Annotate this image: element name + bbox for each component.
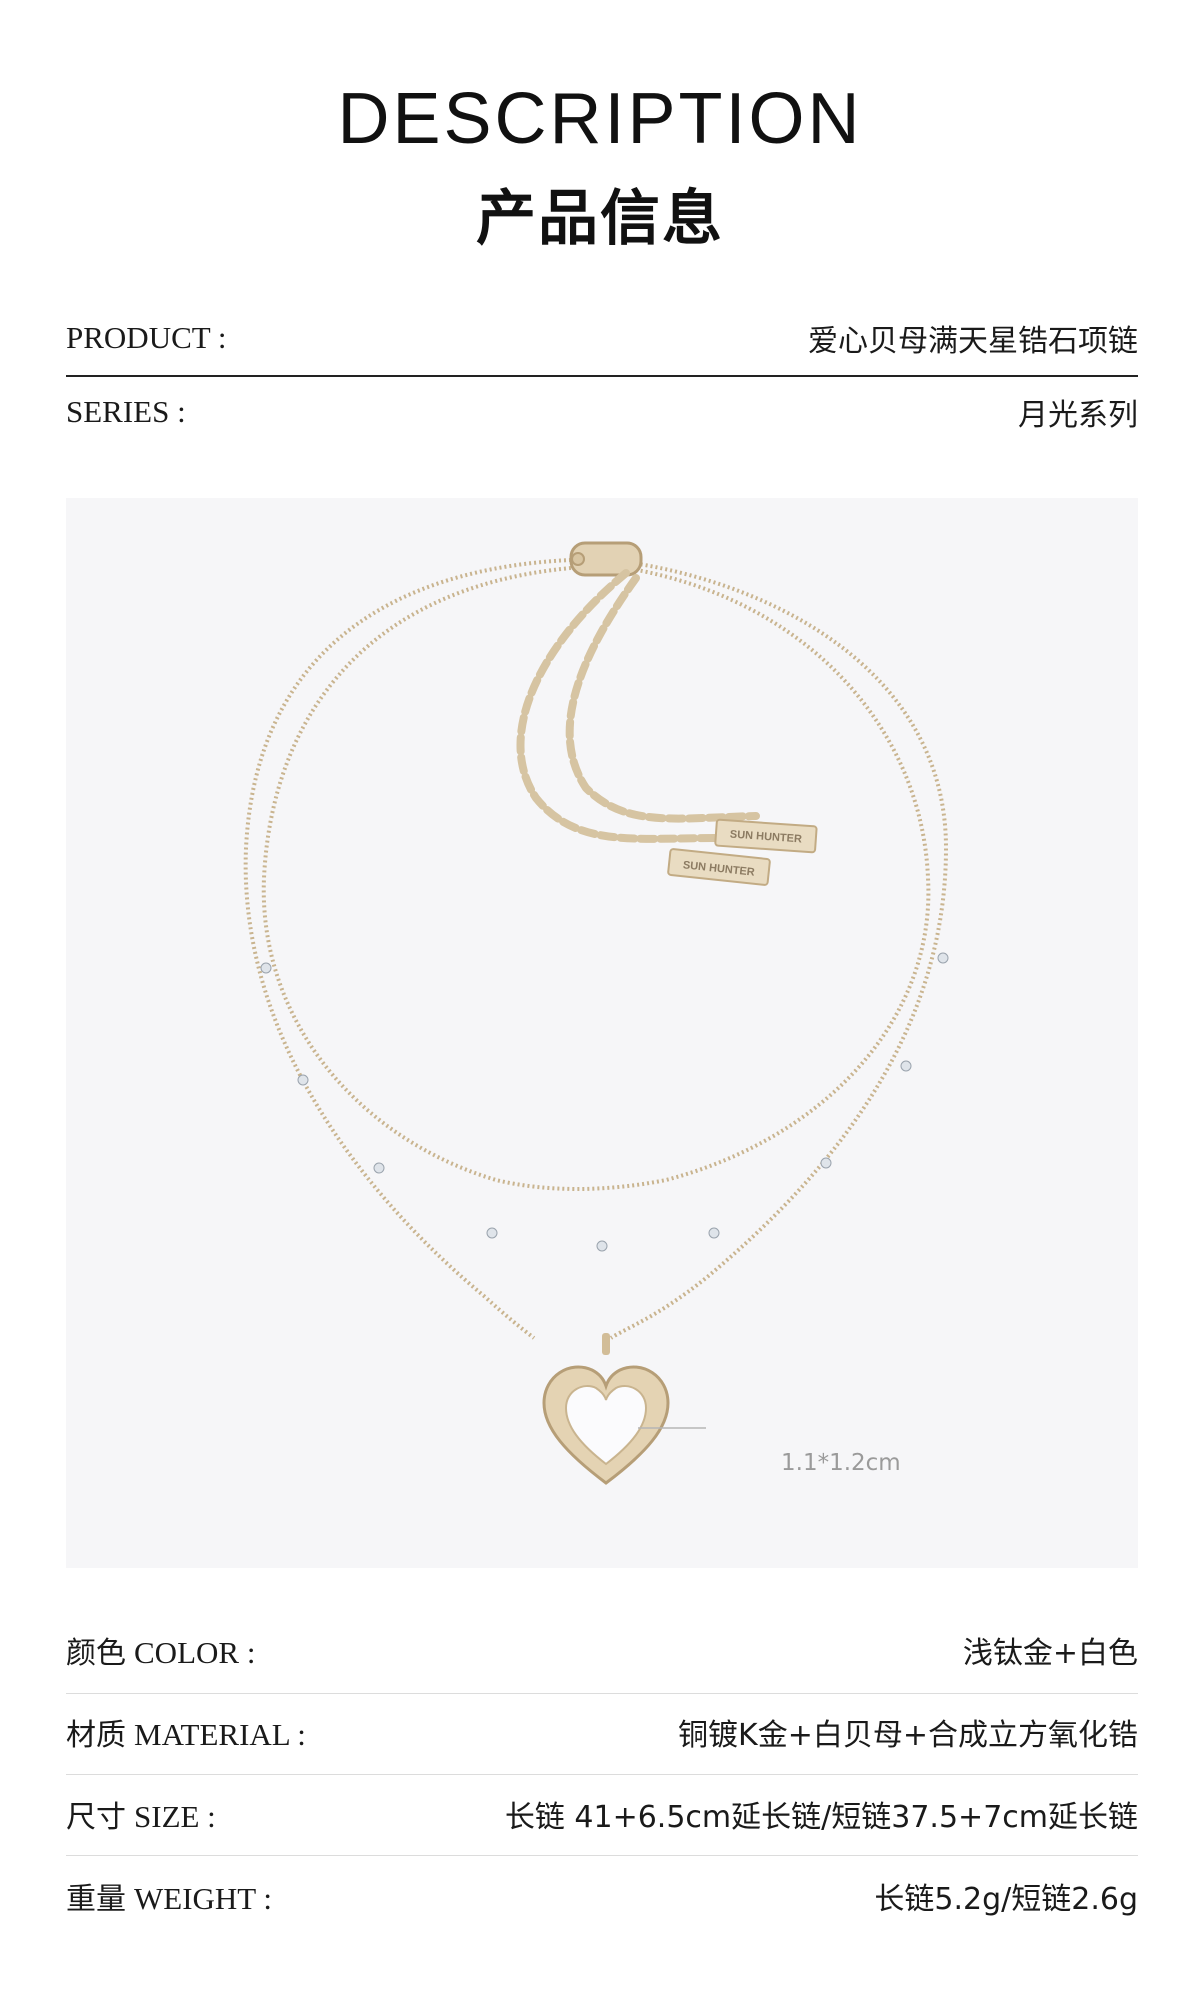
material-label-zh: 材质	[66, 1718, 126, 1753]
series-name: 月光系列	[1018, 398, 1138, 433]
weight-label: 重量 WEIGHT :	[66, 1874, 272, 1918]
series-label: SERIES :	[66, 394, 186, 429]
material-label: 材质 MATERIAL :	[66, 1710, 306, 1754]
weight-label-en: WEIGHT :	[134, 1881, 273, 1916]
product-image: SUN HUNTER SUN HUNTER 1.1*1.2cm	[66, 498, 1138, 1568]
color-row: 颜色 COLOR : 浅钛金+白色	[66, 1614, 1138, 1686]
brand-tag-2: SUN HUNTER	[667, 848, 771, 886]
weight-label-zh: 重量	[66, 1882, 126, 1917]
product-label: PRODUCT :	[66, 320, 227, 355]
zircon-stones	[260, 952, 949, 1252]
color-divider	[66, 1693, 1138, 1694]
color-label-zh: 颜色	[66, 1636, 126, 1671]
brand-tag: SUN HUNTER	[714, 818, 818, 854]
size-label-en: SIZE :	[134, 1799, 216, 1834]
pendant-bail	[602, 1333, 610, 1355]
size-row: 尺寸 SIZE : 长链 41+6.5cm延长链/短链37.5+7cm延长链	[66, 1778, 1138, 1850]
long-chain	[243, 558, 572, 1340]
color-label-en: COLOR :	[134, 1635, 256, 1670]
extender-chain	[516, 569, 720, 843]
page-title-en: DESCRIPTION	[337, 79, 863, 159]
size-label: 尺寸 SIZE :	[66, 1792, 216, 1836]
product-name: 爱心贝母满天星锆石项链	[808, 324, 1138, 359]
color-value: 浅钛金+白色	[962, 1636, 1138, 1671]
material-row: 材质 MATERIAL : 铜镀K金+白贝母+合成立方氧化锆	[66, 1696, 1138, 1768]
size-value: 长链 41+6.5cm延长链/短链37.5+7cm延长链	[504, 1800, 1138, 1835]
material-divider	[66, 1774, 1138, 1775]
lobster-clasp	[569, 541, 643, 577]
product-row: PRODUCT : 爱心贝母满天星锆石项链	[66, 302, 1138, 374]
heart-pendant	[542, 1365, 670, 1485]
weight-row: 重量 WEIGHT : 长链5.2g/短链2.6g	[66, 1860, 1138, 1932]
page-title-zh: 产品信息	[476, 184, 724, 254]
pendant-dimension: 1.1*1.2cm	[781, 1450, 901, 1476]
material-label-en: MATERIAL :	[134, 1717, 306, 1752]
size-label-zh: 尺寸	[66, 1800, 126, 1835]
series-row: SERIES : 月光系列	[66, 376, 1138, 448]
color-label: 颜色 COLOR :	[66, 1628, 255, 1672]
necklace-illustration: SUN HUNTER SUN HUNTER	[243, 541, 949, 1485]
weight-value: 长链5.2g/短链2.6g	[874, 1882, 1138, 1917]
short-chain	[261, 566, 931, 1191]
material-value: 铜镀K金+白贝母+合成立方氧化锆	[678, 1718, 1138, 1753]
size-divider	[66, 1855, 1138, 1856]
